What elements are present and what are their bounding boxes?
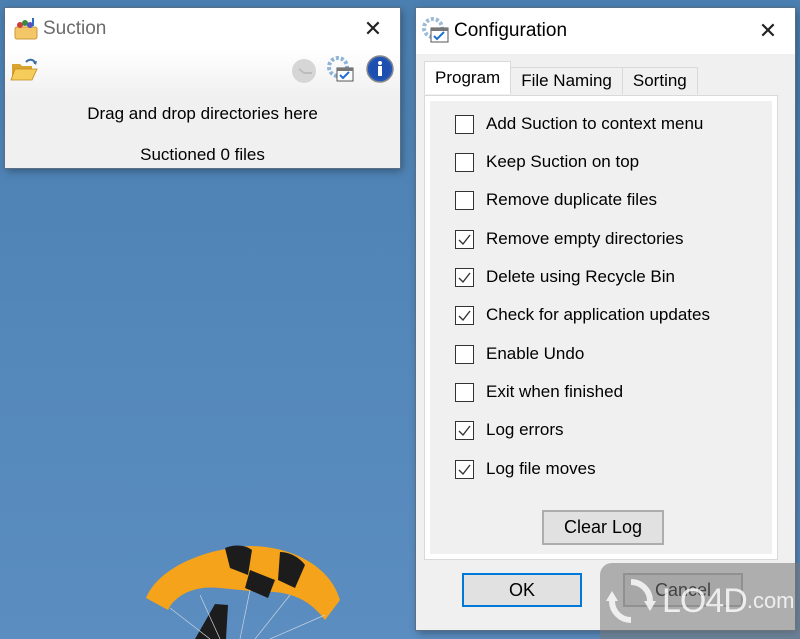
option-checkbox-row[interactable]: Add Suction to context menu bbox=[455, 114, 703, 134]
open-folder-icon[interactable] bbox=[10, 56, 38, 84]
option-checkbox-row[interactable]: Delete using Recycle Bin bbox=[455, 267, 675, 287]
tab-file-naming[interactable]: File Naming bbox=[510, 67, 623, 94]
suction-window: Suction ✕ Drag and drop directories here… bbox=[5, 8, 400, 168]
window-title: Suction bbox=[43, 18, 107, 39]
checkmark-icon bbox=[458, 272, 471, 283]
option-checkbox-row[interactable]: Check for application updates bbox=[455, 305, 710, 325]
basket-icon bbox=[14, 18, 38, 40]
checkbox-unchecked[interactable] bbox=[455, 382, 474, 402]
ok-button[interactable]: OK bbox=[462, 573, 582, 607]
tab-sorting[interactable]: Sorting bbox=[621, 67, 698, 94]
checkbox-checked[interactable] bbox=[455, 267, 474, 287]
checkbox-unchecked[interactable] bbox=[455, 344, 474, 364]
option-checkbox-row[interactable]: Log errors bbox=[455, 420, 563, 440]
option-label: Remove empty directories bbox=[486, 229, 684, 248]
configuration-window: Configuration ✕ Program File Naming Sort… bbox=[416, 8, 795, 630]
checkmark-icon bbox=[458, 464, 471, 475]
watermark-text: LO4D bbox=[662, 581, 748, 620]
window-title: Configuration bbox=[454, 20, 568, 41]
option-label: Log file moves bbox=[486, 459, 596, 478]
option-label: Check for application updates bbox=[486, 305, 710, 324]
option-label: Exit when finished bbox=[486, 382, 624, 401]
option-checkbox-row[interactable]: Enable Undo bbox=[455, 344, 584, 364]
checkbox-unchecked[interactable] bbox=[455, 190, 474, 210]
option-checkbox-row[interactable]: Log file moves bbox=[455, 459, 596, 479]
checkbox-checked[interactable] bbox=[455, 305, 474, 325]
close-button[interactable]: ✕ bbox=[753, 16, 783, 46]
checkbox-checked[interactable] bbox=[455, 459, 474, 479]
option-checkbox-row[interactable]: Remove empty directories bbox=[455, 229, 683, 249]
option-checkbox-row[interactable]: Exit when finished bbox=[455, 382, 623, 402]
close-icon: ✕ bbox=[363, 16, 383, 41]
close-button[interactable]: ✕ bbox=[358, 14, 388, 44]
status-text: Suctioned 0 files bbox=[140, 145, 265, 164]
suction-drop-area[interactable]: Drag and drop directories here Suctioned… bbox=[5, 50, 400, 168]
checkmark-icon bbox=[458, 234, 471, 245]
option-label: Add Suction to context menu bbox=[486, 114, 704, 133]
option-checkbox-row[interactable]: Keep Suction on top bbox=[455, 152, 639, 172]
close-icon: ✕ bbox=[758, 18, 778, 43]
options-list: Add Suction to context menu Keep Suction … bbox=[430, 101, 772, 554]
checkmark-icon bbox=[458, 310, 471, 321]
settings-gear-icon bbox=[422, 17, 449, 43]
tab-program[interactable]: Program bbox=[424, 61, 512, 94]
option-label: Remove duplicate files bbox=[486, 190, 658, 209]
settings-gear-icon[interactable] bbox=[327, 56, 355, 84]
checkmark-icon bbox=[458, 425, 471, 436]
checkbox-unchecked[interactable] bbox=[455, 114, 474, 134]
drop-hint-text: Drag and drop directories here bbox=[87, 104, 318, 123]
option-checkbox-row[interactable]: Remove duplicate files bbox=[455, 190, 657, 210]
option-label: Delete using Recycle Bin bbox=[486, 267, 675, 286]
lo4d-logo-icon bbox=[606, 579, 656, 623]
undo-history-icon[interactable] bbox=[290, 57, 318, 85]
program-tab-panel: Add Suction to context menu Keep Suction … bbox=[424, 95, 778, 560]
checkbox-unchecked[interactable] bbox=[455, 152, 474, 172]
suction-titlebar[interactable]: Suction ✕ bbox=[5, 8, 400, 50]
clear-log-button[interactable]: Clear Log bbox=[542, 510, 664, 545]
parachute-wallpaper-image bbox=[146, 545, 340, 639]
option-label: Keep Suction on top bbox=[486, 152, 640, 171]
config-titlebar[interactable]: Configuration ✕ bbox=[416, 8, 795, 54]
info-icon[interactable] bbox=[366, 55, 394, 83]
watermark-suffix: .com bbox=[746, 588, 795, 613]
tab-strip: Program File Naming Sorting bbox=[424, 61, 698, 94]
checkbox-checked[interactable] bbox=[455, 229, 474, 249]
option-label: Enable Undo bbox=[486, 344, 585, 363]
checkbox-checked[interactable] bbox=[455, 420, 474, 440]
option-label: Log errors bbox=[486, 420, 564, 439]
lo4d-watermark: LO4D .com bbox=[600, 563, 800, 639]
